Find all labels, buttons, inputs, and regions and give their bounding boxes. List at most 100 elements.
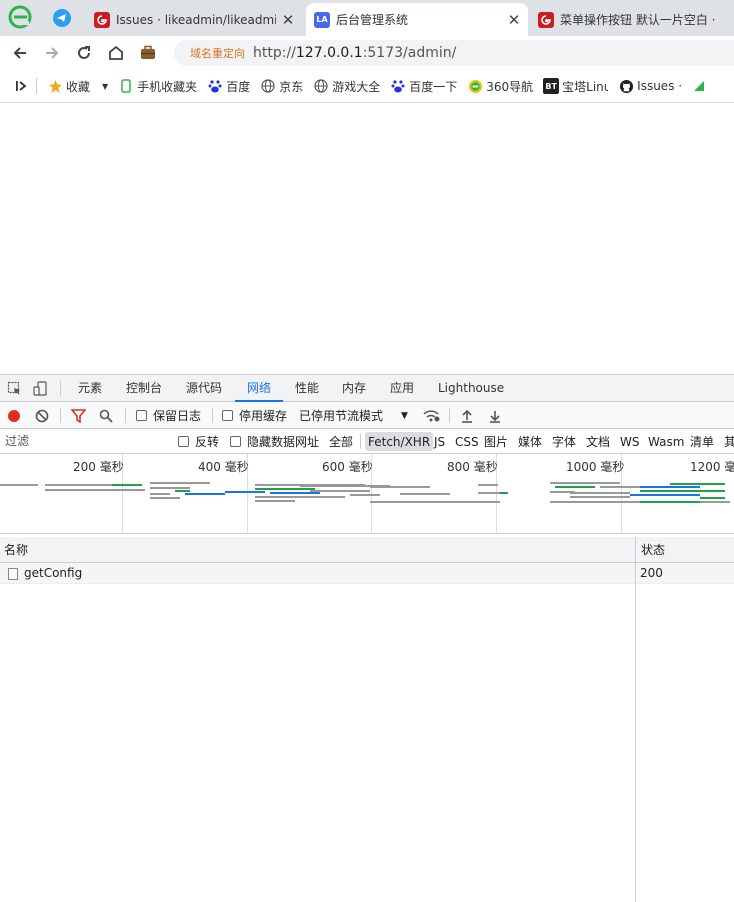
filter-type-manifest[interactable]: 清单 [690,429,714,454]
devtools-panel: 元素 控制台 源代码 网络 性能 内存 应用 Lighthouse 保留日志 停… [0,374,734,902]
briefcase-icon[interactable] [136,41,160,65]
page-viewport [0,103,734,374]
address-bar[interactable]: 域名重定向 http://127.0.0.1:5173/admin/ [174,40,734,66]
bookmark-favorites[interactable]: 收藏 ▼ [47,78,108,95]
browser-logo-icon[interactable] [8,5,32,29]
filter-type-fetch-xhr[interactable]: Fetch/XHR [365,432,434,451]
waterfall-bar [310,490,370,492]
waterfall-bar [150,482,210,484]
close-icon[interactable]: ✕ [506,12,522,28]
column-header-name[interactable]: 名称 [4,537,28,563]
bookmark-baidu-search[interactable]: 百度一下 [390,78,457,95]
request-table-header: 名称 状态 [0,537,734,563]
home-button[interactable] [104,41,128,65]
tab-lighthouse[interactable]: Lighthouse [438,375,504,402]
record-button[interactable] [7,402,21,429]
filter-type-doc[interactable]: 文档 [586,429,610,454]
checkbox[interactable] [136,410,147,421]
devtools-tab-bar: 元素 控制台 源代码 网络 性能 内存 应用 Lighthouse [0,375,734,402]
tab-strip: Issues · likeadmin/likeadmin ✕ LA 后台管理系统… [0,0,734,36]
filter-type-wasm[interactable]: Wasm [648,429,684,454]
divider [36,78,37,94]
star-icon [47,78,63,94]
filter-type-font[interactable]: 字体 [552,429,576,454]
filter-type-media[interactable]: 媒体 [518,429,542,454]
file-icon [8,568,18,580]
bookmark-baidu[interactable]: 百度 [207,78,250,95]
waterfall-bar [500,492,508,494]
checkbox[interactable] [178,436,189,447]
filter-type-all[interactable]: 全部 [329,429,353,454]
bookmark-mobile[interactable]: 手机收藏夹 [118,78,197,95]
waterfall-bar [570,492,630,494]
inspect-element-icon[interactable] [7,375,22,402]
filter-input[interactable] [0,430,165,452]
divider [125,408,126,423]
waterfall-bar [0,484,38,486]
tab-title: 后台管理系统 [336,13,409,27]
reload-button[interactable] [72,41,96,65]
gitee-icon [538,11,554,28]
bookmark-bt[interactable]: BT 宝塔Linux [543,78,608,95]
tab-network[interactable]: 网络 [235,375,284,402]
export-har-icon[interactable] [488,402,502,429]
sidebar-toggle-icon[interactable] [14,79,28,93]
table-row[interactable]: getConfig 200 [0,563,734,584]
checkbox[interactable] [222,410,233,421]
waterfall-bar [640,501,700,503]
invert-checkbox[interactable]: 反转 [178,429,219,454]
divider [360,434,361,449]
tab-issues[interactable]: Issues · likeadmin/likeadmin ✕ [86,3,302,36]
bookmark-github-issues[interactable]: Issues · [618,78,682,94]
waterfall-bar [640,486,700,488]
waterfall-bar [350,494,380,496]
bookmark-360[interactable]: 360导航 [467,78,533,95]
chevron-down-icon[interactable]: ▼ [102,82,108,91]
waterfall-bar [670,483,725,485]
tab-performance[interactable]: 性能 [295,375,319,402]
waterfall-bar [550,482,620,484]
phone-icon [118,78,134,94]
bookmark-jd[interactable]: 京东 [260,78,303,95]
clear-icon[interactable] [35,402,49,429]
tab-elements[interactable]: 元素 [78,375,102,402]
filter-type-css[interactable]: CSS [455,429,479,454]
waterfall-bar [640,490,725,492]
tab-admin[interactable]: LA 后台管理系统 ✕ [306,3,528,36]
filter-type-other[interactable]: 其 [724,429,734,454]
browser-toolbar: 域名重定向 http://127.0.0.1:5173/admin/ [0,36,734,70]
filter-type-img[interactable]: 图片 [484,429,508,454]
redirect-label[interactable]: 域名重定向 [190,45,245,61]
network-conditions-icon[interactable] [423,402,441,429]
search-icon[interactable] [99,402,113,429]
waterfall-bar [175,490,190,492]
device-toolbar-icon[interactable] [33,375,48,402]
waterfall-bar [630,494,700,496]
preserve-log-checkbox[interactable]: 保留日志 [136,402,201,429]
checkbox[interactable] [230,436,241,447]
tab-sources[interactable]: 源代码 [186,375,222,402]
tab-menu-issue[interactable]: 菜单操作按钮 默认一片空白 · [530,3,734,36]
import-har-icon[interactable] [460,402,474,429]
telegram-icon[interactable] [53,9,71,27]
bookmark-overflow-icon[interactable] [692,79,706,93]
throttling-select[interactable]: 已停用节流模式 ▼ [299,402,408,429]
url-text[interactable]: http://127.0.0.1:5173/admin/ [253,45,456,61]
timeline-overview[interactable]: 200 毫秒 400 毫秒 600 毫秒 800 毫秒 1000 毫秒 1200… [0,454,734,534]
waterfall-bar [555,486,595,488]
back-button[interactable] [8,41,32,65]
tab-memory[interactable]: 内存 [342,375,366,402]
column-divider[interactable] [635,537,636,902]
hide-data-urls-checkbox[interactable]: 隐藏数据网址 [230,429,319,454]
bookmark-games[interactable]: 游戏大全 [313,78,380,95]
tab-title: 菜单操作按钮 默认一片空白 · [560,13,716,27]
forward-button[interactable] [40,41,64,65]
filter-type-ws[interactable]: WS [620,429,639,454]
tab-application[interactable]: 应用 [390,375,414,402]
filter-type-js[interactable]: JS [434,429,445,454]
filter-icon[interactable] [71,402,86,429]
disable-cache-checkbox[interactable]: 停用缓存 [222,402,287,429]
close-icon[interactable]: ✕ [280,12,296,28]
tab-console[interactable]: 控制台 [126,375,162,402]
column-header-status[interactable]: 状态 [641,537,665,563]
